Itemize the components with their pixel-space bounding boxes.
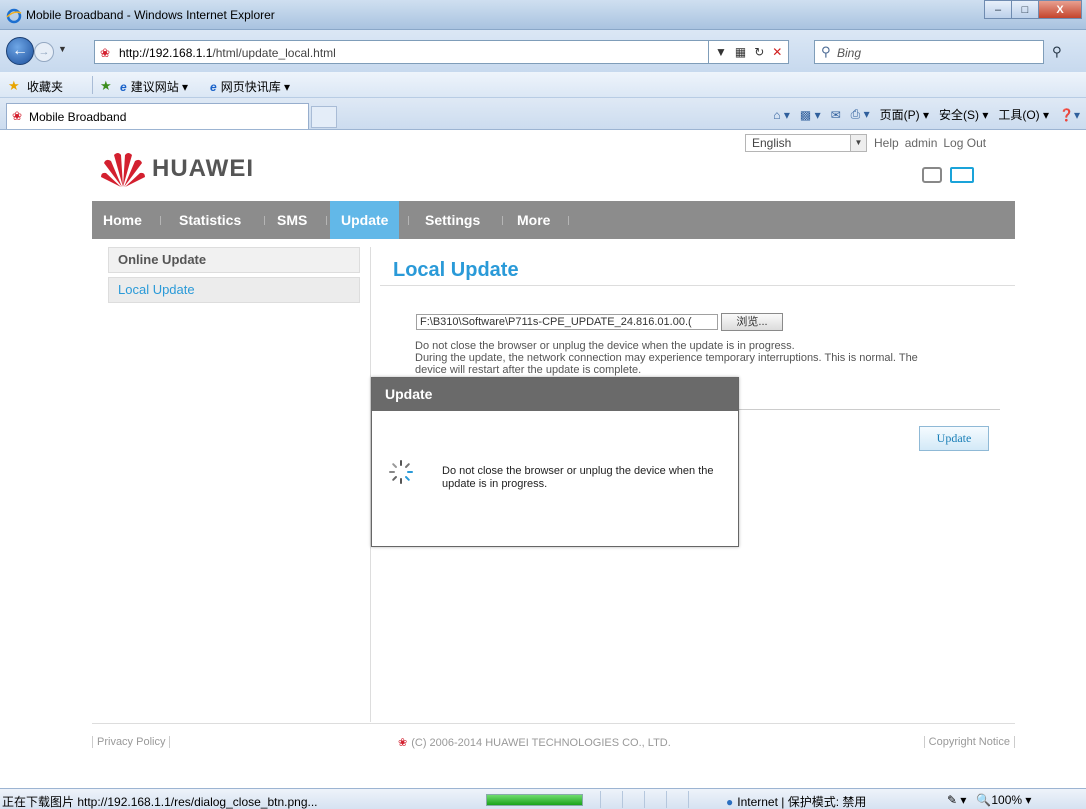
nav-divider: [568, 216, 569, 225]
dropdown-arrow-icon: ▼: [850, 135, 866, 151]
address-tools: ▼ ▦ ↻ ✕: [709, 40, 790, 64]
web-page: HUAWEI English ▼ Help admin Log Out Home…: [0, 131, 1086, 788]
address-row: ← → ▼ ❀ http://192.168.1.1/html/update_l…: [0, 30, 1086, 72]
logout-link[interactable]: Log Out: [943, 136, 986, 150]
print-icon[interactable]: ⎙ ▾: [851, 107, 870, 122]
divider: [380, 285, 1015, 286]
status-bar: 正在下载图片 http://192.168.1.1/res/dialog_clo…: [0, 788, 1086, 809]
web-slice-gallery-link[interactable]: e 网页快讯库 ▾: [210, 78, 290, 95]
nav-update[interactable]: Update: [330, 201, 400, 239]
sidebar: Online Update Local Update: [108, 247, 360, 307]
copyright-notice-link[interactable]: Copyright Notice: [923, 736, 1015, 748]
search-placeholder: Bing: [837, 46, 862, 60]
nav-sms[interactable]: SMS: [266, 201, 318, 239]
history-dropdown-icon[interactable]: ▼: [58, 44, 67, 54]
huawei-flower-icon: [101, 153, 145, 187]
window-titlebar: Mobile Broadband - Windows Internet Expl…: [0, 0, 1086, 30]
divider: [92, 723, 1015, 724]
status-cells: [600, 791, 710, 808]
help-link[interactable]: Help: [874, 136, 899, 150]
page-title: Local Update: [393, 259, 519, 281]
security-zone[interactable]: ● Internet | 保护模式: 禁用: [726, 793, 866, 809]
nav-more[interactable]: More: [506, 201, 561, 239]
tablet-view-icon[interactable]: [922, 167, 942, 183]
window-title: Mobile Broadband - Windows Internet Expl…: [26, 8, 275, 22]
stop-icon[interactable]: ✕: [772, 45, 782, 59]
favorites-button[interactable]: 收藏夹: [27, 78, 63, 95]
nav-divider: [408, 216, 409, 225]
footer: Privacy Policy ❀ (C) 2006-2014 HUAWEI TEC…: [92, 736, 1015, 754]
suggested-sites-link[interactable]: e 建议网站 ▾: [120, 78, 188, 95]
address-bar[interactable]: ❀ http://192.168.1.1/html/update_local.h…: [94, 40, 709, 64]
main-nav: Home Statistics SMS Update Settings More: [92, 201, 1015, 239]
nav-divider: [264, 216, 265, 225]
compatibility-view-icon[interactable]: ▦: [735, 45, 746, 59]
favorites-star-icon[interactable]: ★: [8, 78, 20, 94]
status-text: 正在下载图片 http://192.168.1.1/res/dialog_clo…: [2, 795, 318, 809]
close-window-button[interactable]: X: [1038, 0, 1082, 19]
bing-search-icon: ⚲: [821, 44, 831, 59]
file-path-input[interactable]: F:\B310\Software\P711s-CPE_UPDATE_24.816…: [416, 314, 718, 330]
top-links: Help admin Log Out: [874, 136, 986, 150]
huawei-favicon-icon: ❀: [12, 109, 23, 123]
username: admin: [904, 136, 938, 150]
page-menu[interactable]: 页面(P) ▾: [880, 106, 929, 123]
language-select[interactable]: English ▼: [745, 134, 867, 152]
privacy-policy-link[interactable]: Privacy Policy: [92, 736, 171, 748]
help-icon[interactable]: ❓▾: [1059, 108, 1080, 122]
back-button[interactable]: ←: [6, 37, 34, 65]
address-dropdown-icon[interactable]: ▼: [715, 45, 727, 59]
tab-mobile-broadband[interactable]: ❀ Mobile Broadband: [6, 103, 309, 129]
command-bar: ⌂ ▾ ▩ ▾ ✉ ⎙ ▾ 页面(P) ▾ 安全(S) ▾ 工具(O) ▾ ❓▾: [773, 106, 1080, 123]
forward-button[interactable]: →: [34, 42, 54, 62]
add-favorite-icon[interactable]: ★: [100, 78, 112, 94]
refresh-icon[interactable]: ↻: [754, 45, 764, 59]
new-tab-button[interactable]: [311, 106, 337, 128]
huawei-small-logo-icon: ❀: [398, 737, 408, 749]
nav-home[interactable]: Home: [92, 201, 153, 239]
internet-explorer-icon: [6, 8, 22, 24]
safety-menu[interactable]: 安全(S) ▾: [939, 106, 988, 123]
tab-label: Mobile Broadband: [29, 110, 127, 124]
search-input[interactable]: ⚲ Bing: [814, 40, 1044, 64]
update-warning-text: Do not close the browser or unplug the d…: [415, 340, 918, 376]
search-button-icon[interactable]: ⚲: [1052, 44, 1062, 60]
sidebar-item-local-update[interactable]: Local Update: [108, 277, 360, 303]
tools-menu[interactable]: 工具(O) ▾: [998, 106, 1049, 123]
copyright-text: ❀ (C) 2006-2014 HUAWEI TECHNOLOGIES CO., …: [398, 737, 671, 749]
browse-button[interactable]: 浏览...: [721, 313, 783, 331]
divider: [92, 76, 93, 94]
home-icon[interactable]: ⌂ ▾: [773, 108, 790, 122]
huawei-favicon-icon: ❀: [100, 46, 111, 60]
minimize-button[interactable]: –: [984, 0, 1012, 19]
tab-row: ❀ Mobile Broadband ⌂ ▾ ▩ ▾ ✉ ⎙ ▾ 页面(P) ▾…: [0, 98, 1086, 130]
maximize-button[interactable]: □: [1011, 0, 1039, 19]
sidebar-item-online-update[interactable]: Online Update: [108, 247, 360, 273]
globe-icon: ●: [726, 795, 734, 809]
mail-icon[interactable]: ✉: [831, 108, 841, 122]
update-dialog: Update Do not close the browser or unplu…: [371, 377, 739, 547]
nav-divider: [502, 216, 503, 225]
favorites-bar: ★ 收藏夹 ★ e 建议网站 ▾ e 网页快讯库 ▾: [0, 72, 1086, 98]
nav-settings[interactable]: Settings: [414, 201, 491, 239]
address-url: http://192.168.1.1/html/update_local.htm…: [119, 46, 336, 60]
ie-page-icon: e: [120, 80, 127, 94]
brand-name: HUAWEI: [152, 155, 254, 182]
nav-statistics[interactable]: Statistics: [168, 201, 252, 239]
ie-page-icon: e: [210, 80, 217, 94]
device-icons: [922, 167, 974, 183]
dialog-message: Do not close the browser or unplug the d…: [442, 465, 714, 490]
download-progress-bar: [486, 794, 583, 806]
nav-divider: [326, 216, 327, 225]
update-button[interactable]: Update: [919, 426, 989, 451]
loading-spinner-icon: [389, 460, 413, 484]
huawei-logo: HUAWEI: [100, 149, 254, 189]
feeds-icon[interactable]: ▩ ▾: [800, 108, 821, 122]
window-controls: – □ X: [984, 0, 1082, 20]
desktop-view-icon[interactable]: [950, 167, 974, 183]
zoom-control[interactable]: ✎ ▾ 🔍100% ▾: [947, 793, 1031, 807]
nav-divider: [160, 216, 161, 225]
progress-fill: [487, 795, 582, 805]
dialog-title: Update: [372, 378, 738, 411]
